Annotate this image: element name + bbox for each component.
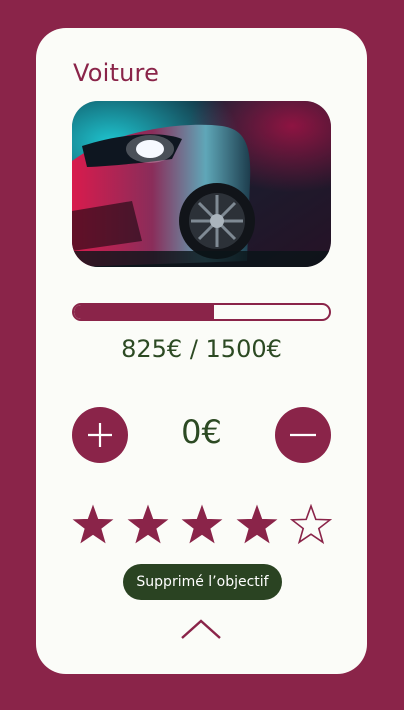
star-icon <box>236 504 277 544</box>
collapse-button[interactable] <box>179 614 223 644</box>
goal-progress-fill <box>74 305 215 319</box>
chevron-up-icon <box>181 619 221 639</box>
star-filled[interactable] <box>236 504 278 546</box>
star-filled[interactable] <box>127 504 169 546</box>
star-icon <box>72 504 114 544</box>
star-icon <box>289 503 333 545</box>
star-icon <box>127 504 168 544</box>
goal-title: Voiture <box>73 59 160 87</box>
remove-amount-button[interactable] <box>275 407 331 463</box>
goal-image <box>72 101 331 267</box>
rating-stars <box>72 503 333 548</box>
star-empty[interactable] <box>289 503 333 546</box>
goal-card: Voiture 825€ / 1500€ 0€ Supprimé l’objec… <box>36 28 367 674</box>
star-filled[interactable] <box>181 504 223 546</box>
star-icon <box>181 504 223 544</box>
goal-progress-bar <box>72 303 331 321</box>
minus-icon <box>290 433 316 437</box>
car-illustration <box>72 101 331 267</box>
delete-goal-button[interactable]: Supprimé l’objectif <box>123 564 282 600</box>
star-filled[interactable] <box>72 504 114 546</box>
goal-amount: 825€ / 1500€ <box>121 335 282 363</box>
